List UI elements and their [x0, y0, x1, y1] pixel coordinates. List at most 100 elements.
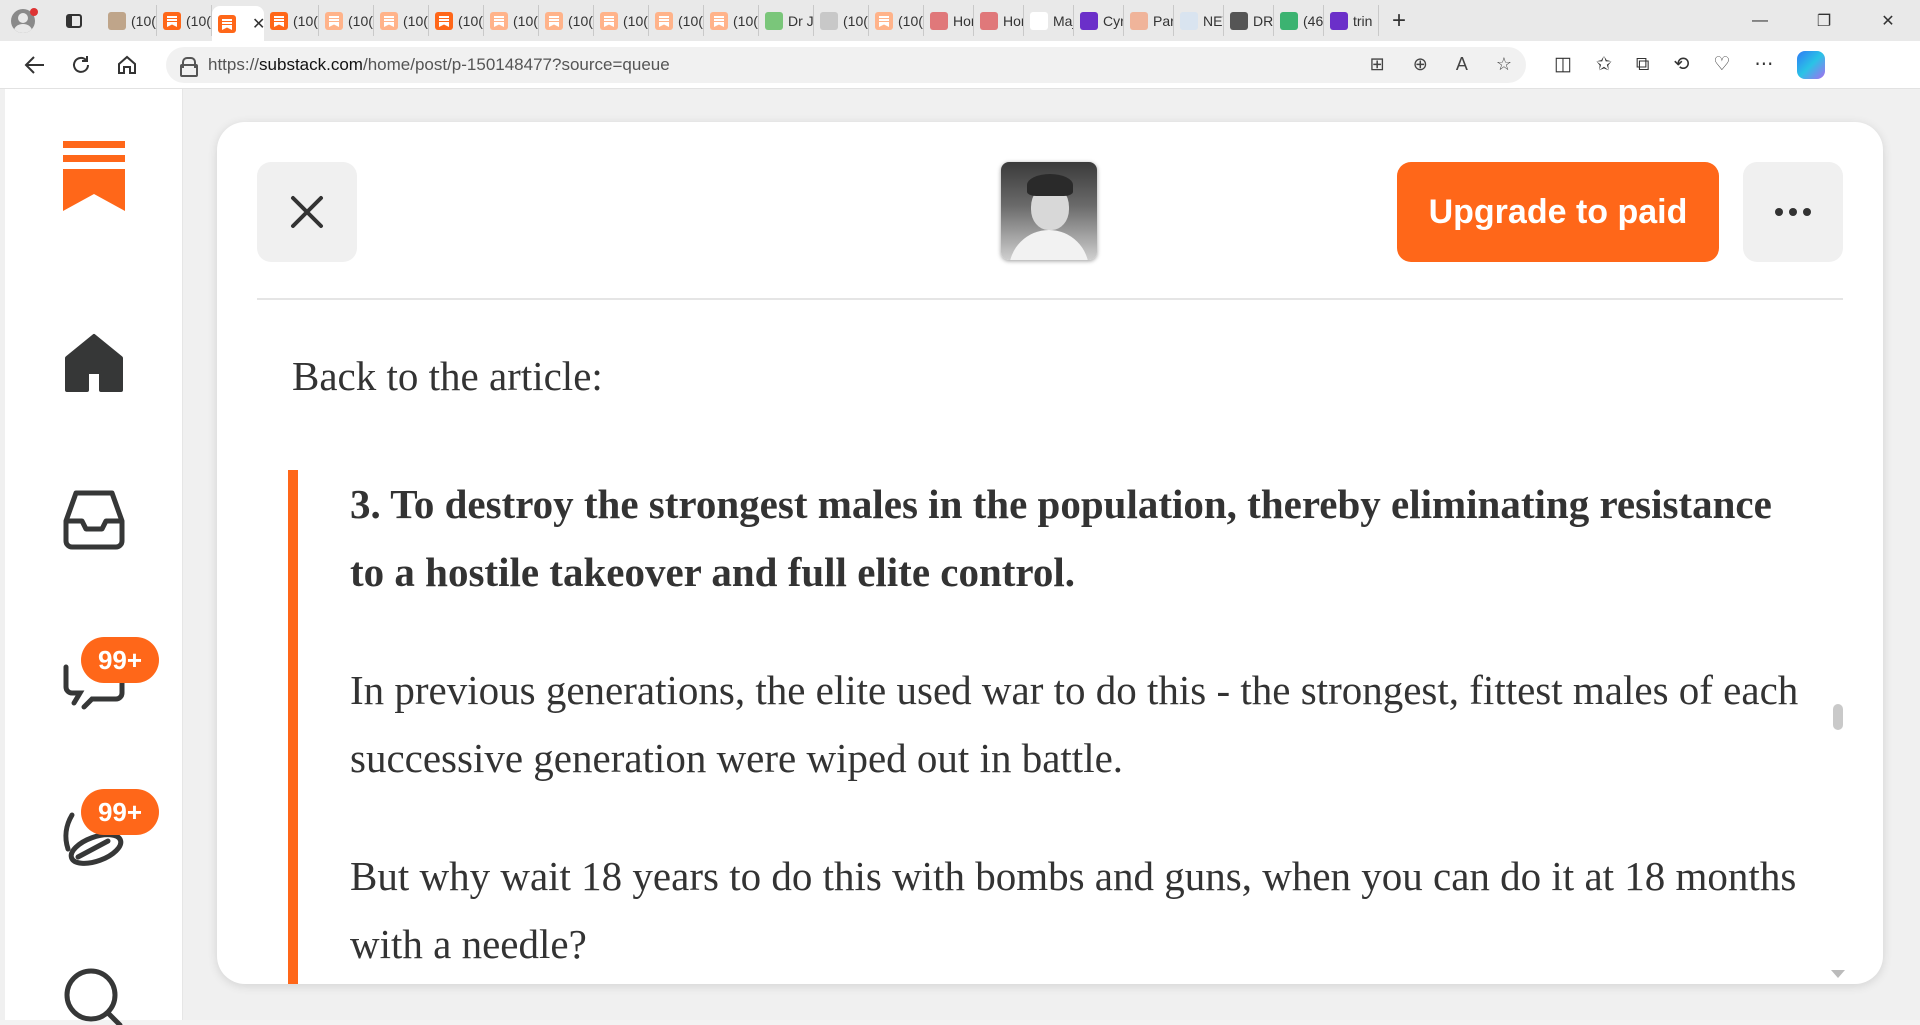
tab-label: (10( — [843, 12, 868, 29]
refresh-button[interactable] — [58, 45, 104, 85]
substack-logo-icon — [63, 141, 125, 211]
sidebar-item-home[interactable] — [5, 332, 183, 394]
browser-tab[interactable]: Par — [1124, 5, 1174, 36]
tab-list: (10((10(✕ (10((10((10((10((10((10((10((10… — [102, 0, 1379, 41]
history-icon[interactable]: ⟲ — [1673, 53, 1689, 76]
collections-icon[interactable]: ⧉ — [1636, 54, 1650, 76]
sidebar-item-activity[interactable]: 99+ — [5, 789, 183, 869]
page: 99+ 99+ Upgrade to paid Back to the arti… — [0, 89, 1920, 1025]
browser-tab[interactable]: Maj — [1024, 5, 1074, 36]
tab-label: Maj — [1053, 12, 1074, 29]
image-favicon-icon — [820, 11, 838, 30]
sidebar-item-inbox[interactable] — [5, 487, 183, 551]
substack-favicon-icon — [325, 11, 343, 30]
minimize-button[interactable]: — — [1728, 0, 1792, 41]
substack-favicon-icon — [490, 11, 508, 30]
post-modal: Upgrade to paid Back to the article: 3. … — [217, 122, 1883, 984]
browser-tab[interactable]: Dr J — [759, 5, 814, 36]
new-tab-button[interactable]: + — [1379, 7, 1419, 35]
browser-tab[interactable]: (10( — [264, 5, 319, 36]
more-tools-icon[interactable]: ⋯ — [1754, 53, 1773, 76]
browser-tab[interactable]: (10( — [102, 5, 157, 36]
blockquote: 3. To destroy the strongest males in the… — [288, 470, 1808, 984]
browser-tab[interactable]: (10( — [319, 5, 374, 36]
close-icon — [291, 196, 323, 228]
substack-favicon-icon — [655, 11, 673, 30]
browser-tab[interactable]: Hor — [924, 5, 974, 36]
scrollbar-thumb[interactable] — [1833, 704, 1843, 730]
sidebar: 99+ 99+ — [5, 89, 183, 1025]
copilot-icon[interactable] — [1797, 50, 1826, 79]
tab-label: (10( — [623, 12, 648, 29]
close-tab-icon[interactable]: ✕ — [252, 14, 264, 34]
letter-b-favicon-icon — [1130, 11, 1148, 30]
tab-label: NEV — [1203, 12, 1223, 29]
browser-tab[interactable]: (10( — [869, 5, 924, 36]
author-avatar[interactable] — [1001, 162, 1097, 260]
browser-tab[interactable]: Hor — [974, 5, 1024, 36]
tab-label: (10( — [458, 12, 483, 29]
back-to-article-text: Back to the article: — [292, 353, 603, 399]
address-bar[interactable]: https://substack.com/home/post/p-1501484… — [166, 46, 1526, 83]
browser-tab[interactable]: (10( — [539, 5, 594, 36]
window-controls: — ❐ ✕ — [1728, 0, 1920, 41]
tab-label: (10( — [568, 12, 593, 29]
image-favicon-icon — [108, 11, 126, 30]
search-favicon-icon — [1030, 11, 1048, 30]
substack-favicon-icon — [163, 11, 181, 30]
apps-icon[interactable]: ⊞ — [1370, 54, 1385, 75]
sidebar-item-search[interactable] — [5, 965, 183, 1025]
back-button[interactable] — [12, 45, 58, 85]
browser-tab[interactable]: (10( — [374, 5, 429, 36]
avatar-hair — [1027, 174, 1073, 196]
tab-label: Par — [1153, 12, 1174, 29]
tab-label: (10( — [678, 12, 703, 29]
profile-button[interactable] — [0, 0, 46, 41]
url-path: /home/post/p-150148477?source=queue — [362, 54, 670, 74]
browser-tab[interactable]: (10( — [594, 5, 649, 36]
close-window-button[interactable]: ✕ — [1856, 0, 1920, 41]
url-text[interactable]: https://substack.com/home/post/p-1501484… — [208, 55, 1370, 75]
browser-tab[interactable]: (10( — [814, 5, 869, 36]
close-button[interactable] — [257, 162, 357, 262]
zoom-icon[interactable]: ⊕ — [1413, 54, 1428, 75]
browser-tab[interactable]: DRI — [1224, 5, 1274, 36]
refresh-icon — [73, 55, 89, 73]
sidebar-item-logo[interactable] — [5, 141, 183, 211]
browser-tab[interactable]: (46 — [1274, 5, 1324, 36]
quote-paragraph: 3. To destroy the strongest males in the… — [350, 481, 1772, 595]
read-aloud-icon[interactable]: A — [1456, 54, 1468, 75]
more-dot-icon — [1803, 208, 1811, 216]
tab-label: (10( — [733, 12, 758, 29]
browser-tab[interactable]: Cyr — [1074, 5, 1124, 36]
browser-tab[interactable]: (10( — [484, 5, 539, 36]
browser-tab[interactable]: (10( — [429, 5, 484, 36]
substack-favicon-icon — [600, 11, 618, 30]
substack-favicon-icon — [380, 11, 398, 30]
split-screen-icon[interactable]: ◫ — [1554, 53, 1572, 76]
browser-tab[interactable]: trin — [1324, 5, 1379, 36]
browser-tab[interactable]: (10( — [649, 5, 704, 36]
browser-tab[interactable]: NEV — [1174, 5, 1224, 36]
url-host: substack.com — [259, 54, 363, 74]
browser-tab[interactable]: ✕ — [212, 6, 264, 41]
more-options-button[interactable] — [1743, 162, 1843, 262]
scroll-down-arrow[interactable] — [1831, 970, 1845, 978]
substack-favicon-icon — [545, 11, 563, 30]
sidebar-item-chat[interactable]: 99+ — [5, 637, 183, 711]
favorites-icon[interactable]: ✩ — [1596, 53, 1612, 76]
lock-icon — [180, 56, 198, 77]
home-nav-button[interactable] — [104, 45, 150, 85]
upgrade-button[interactable]: Upgrade to paid — [1397, 162, 1719, 262]
favorite-star-icon[interactable]: ☆ — [1496, 54, 1512, 75]
avatar-shirt — [1009, 230, 1089, 260]
more-dot-icon — [1789, 208, 1797, 216]
browser-tab[interactable]: (10( — [704, 5, 759, 36]
browser-tab[interactable]: (10( — [157, 5, 212, 36]
performance-icon[interactable]: ♡ — [1713, 53, 1730, 76]
tab-strip: (10((10(✕ (10((10((10((10((10((10((10((10… — [0, 0, 1920, 41]
restore-button[interactable]: ❐ — [1792, 0, 1856, 41]
substack-favicon-icon — [875, 11, 893, 30]
tab-actions-button[interactable] — [46, 0, 102, 41]
address-bar-icons: ⊞ ⊕ A ☆ — [1370, 54, 1512, 75]
